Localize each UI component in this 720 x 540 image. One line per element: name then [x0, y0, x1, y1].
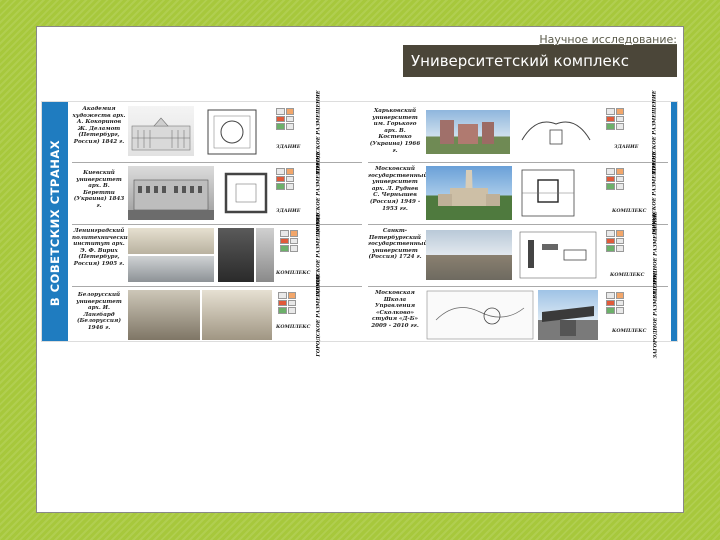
- poster-band-label: В СОВЕТСКИХ СТРАНАХ: [48, 139, 63, 306]
- building-photo: [128, 290, 200, 340]
- aerial-photo: [202, 290, 272, 340]
- type-tag: ЗДАНИЕ: [276, 144, 301, 150]
- building-photo: [426, 166, 512, 220]
- site-plan: [518, 230, 598, 280]
- poster-row: Санкт-Петербургский государственный унив…: [368, 212, 668, 299]
- row-divider: [368, 224, 668, 225]
- type-tag: ЗДАНИЕ: [614, 144, 639, 150]
- row-caption: Белорусский университет арх. И. Лангбард…: [76, 292, 122, 331]
- type-tag: КОМПЛЕКС: [612, 208, 647, 214]
- site-plan: [518, 166, 578, 220]
- poster-left-column: Академия художеств арх. А. Кокоринов Ж. …: [72, 90, 362, 357]
- row-caption: Санкт-Петербургский государственный унив…: [368, 228, 428, 261]
- building-photo: [128, 166, 214, 220]
- slide-title: Университетский комплекс: [403, 45, 677, 77]
- legend-icon: [606, 108, 624, 130]
- placement-label: ГОРОДСКОЕ РАЗМЕЩЕНИЕ: [316, 273, 322, 357]
- building-photo: [128, 106, 194, 156]
- legend-icon: [276, 108, 294, 130]
- building-photo: [426, 110, 510, 154]
- row-caption: Ленинградский политехнический институт а…: [72, 228, 132, 267]
- site-plan: [426, 290, 534, 340]
- type-tag: КОМПЛЕКС: [276, 324, 311, 330]
- row-caption: Московский государственный университет а…: [368, 166, 428, 212]
- interior-photo: [218, 228, 254, 282]
- type-tag: КОМПЛЕКС: [610, 272, 645, 278]
- building-photo: [538, 290, 598, 340]
- building-photo: [426, 230, 512, 280]
- placement-label: ЗАГОРОДНОЕ РАЗМЕЩЕНИЕ: [652, 271, 658, 359]
- row-caption: Академия художеств арх. А. Кокоринов Ж. …: [72, 106, 126, 145]
- poster-row: Белорусский университет арх. И. Лангбард…: [72, 273, 362, 357]
- title-block: Научное исследование: Университетский ко…: [403, 27, 683, 77]
- site-plan: [222, 168, 270, 218]
- legend-icon: [606, 292, 624, 314]
- legend-icon: [606, 168, 624, 190]
- row-caption: Московская Школа Управления «Сколково» с…: [371, 290, 419, 329]
- legend-icon: [280, 230, 298, 252]
- legend-icon: [278, 292, 296, 314]
- legend-icon: [276, 168, 294, 190]
- poster-row: Московский государственный университет а…: [368, 151, 668, 234]
- row-caption: Киевский университет арх. В. Беретти (Ук…: [73, 170, 125, 209]
- poster-row: Харьковский университет им. Горького арх…: [368, 90, 668, 173]
- type-tag: КОМПЛЕКС: [612, 328, 647, 334]
- interior-photo: [256, 228, 274, 282]
- poster-band-right: [671, 102, 677, 341]
- building-photo: [128, 228, 214, 254]
- poster-row: Московская Школа Управления «Сколково» с…: [368, 271, 668, 359]
- type-tag: ЗДАНИЕ: [276, 208, 301, 214]
- building-photo: [128, 256, 214, 282]
- row-divider: [368, 286, 668, 287]
- poster-image: В СОВЕТСКИХ СТРАНАХ Академия художеств а…: [41, 90, 678, 359]
- legend-icon: [606, 230, 624, 252]
- site-plan: [204, 106, 260, 158]
- poster-right-column: Харьковский университет им. Горького арх…: [368, 90, 668, 359]
- site-plan: [516, 110, 596, 154]
- row-divider: [368, 162, 668, 163]
- row-caption: Харьковский университет им. Горького арх…: [369, 108, 421, 154]
- type-tag: КОМПЛЕКС: [276, 270, 311, 276]
